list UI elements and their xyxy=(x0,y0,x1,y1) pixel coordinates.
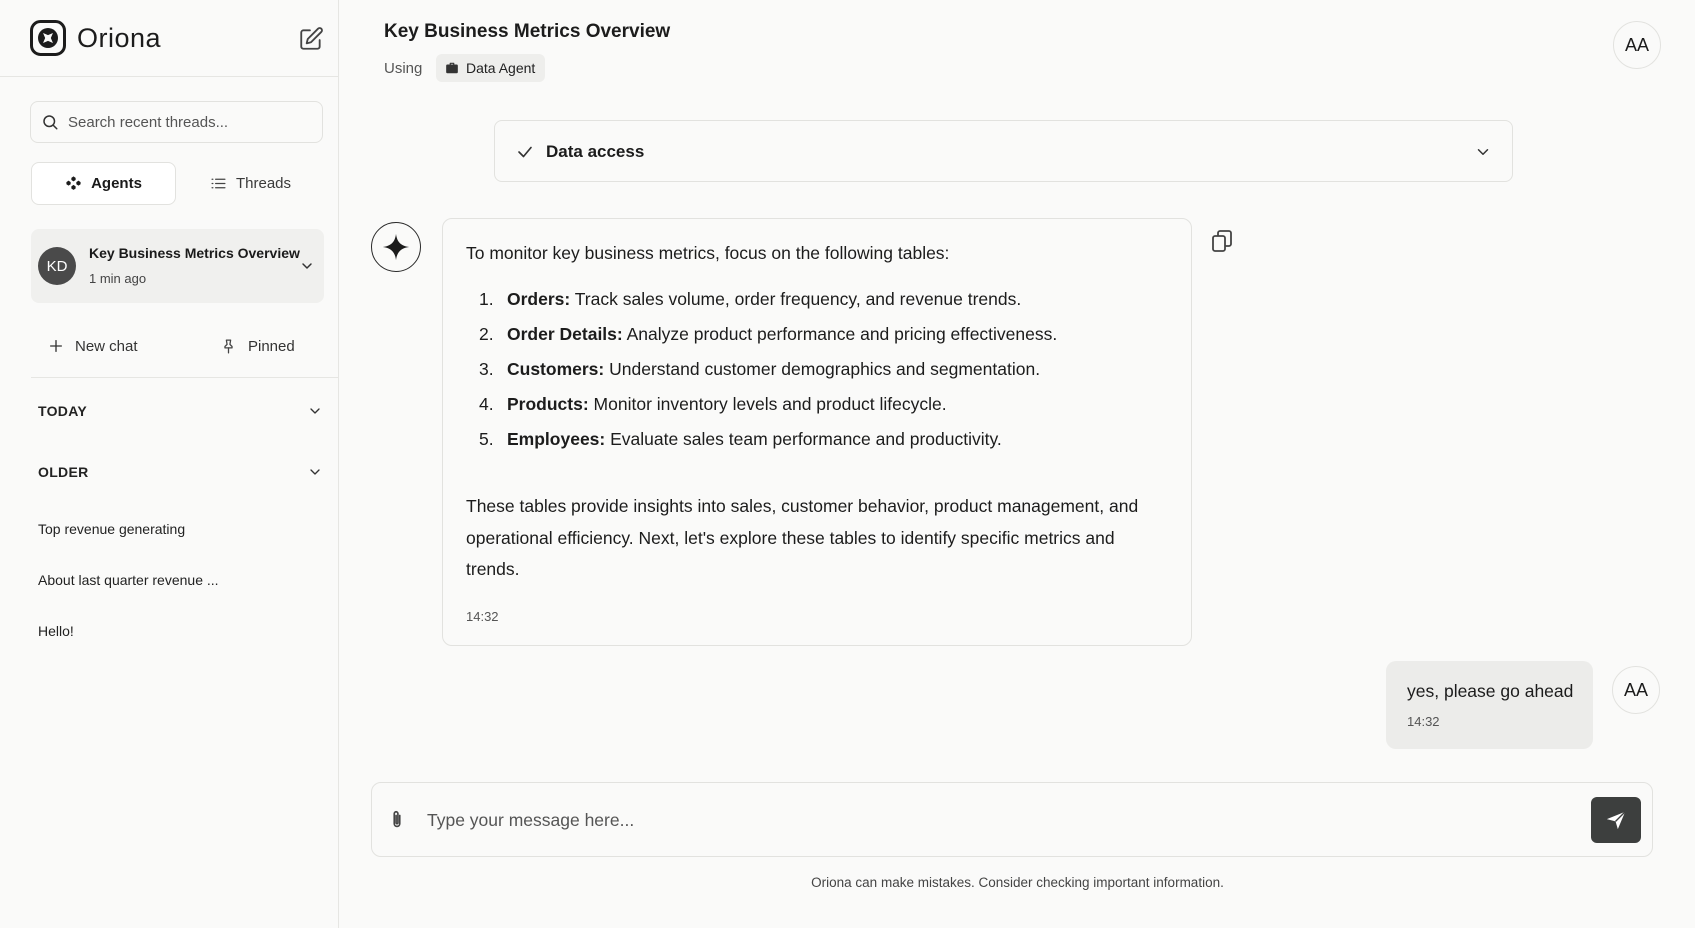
list-item: 2. Order Details: Analyze product perform… xyxy=(466,324,1057,345)
oriona-logo-icon xyxy=(30,20,66,56)
list-item-number: 4. xyxy=(479,394,494,414)
agent-chip-label: Data Agent xyxy=(466,60,536,76)
plus-icon xyxy=(50,340,62,352)
pin-icon xyxy=(224,338,233,354)
list-item-number: 1. xyxy=(479,289,494,309)
list-item-term: Products: xyxy=(507,394,589,414)
data-access-label: Data access xyxy=(546,142,645,161)
message-intro: To monitor key business metrics, focus o… xyxy=(466,243,950,263)
section-older[interactable]: OLDER xyxy=(38,457,323,487)
page-title: Key Business Metrics Overview xyxy=(384,21,671,42)
tab-agents-label: Agents xyxy=(91,175,142,192)
current-thread-card[interactable]: KD Key Business Metrics Overview 1 min a… xyxy=(31,229,324,303)
chat-main: Key Business Metrics Overview Using Data… xyxy=(340,0,1695,928)
search-icon xyxy=(43,115,58,130)
tab-threads[interactable]: Threads xyxy=(178,162,323,205)
new-chat-button[interactable]: New chat xyxy=(48,328,138,364)
chevron-down-icon xyxy=(310,469,320,475)
user-message-avatar: AA xyxy=(1612,666,1660,714)
data-access-panel[interactable]: Data access xyxy=(494,120,1513,182)
using-label: Using xyxy=(384,60,423,77)
tab-threads-label: Threads xyxy=(235,175,292,192)
list-item: 4. Products: Monitor inventory levels and… xyxy=(466,394,947,415)
send-icon xyxy=(1606,811,1626,830)
app-window: Oriona Agents xyxy=(0,0,1695,928)
list-item-text: Analyze product performance and pricing … xyxy=(622,324,1058,344)
history-item[interactable]: Top revenue generating xyxy=(38,521,185,537)
list-item-text: Track sales volume, order frequency, and… xyxy=(570,289,1022,309)
search-box[interactable] xyxy=(30,101,323,143)
brand-header: Oriona xyxy=(0,0,339,77)
assistant-avatar xyxy=(371,222,421,272)
user-message-timestamp: 14:32 xyxy=(1407,714,1440,729)
message-composer xyxy=(371,782,1653,857)
list-item-term: Orders: xyxy=(507,289,571,309)
list-item-text: Understand customer demographics and seg… xyxy=(604,359,1041,379)
section-today[interactable]: TODAY xyxy=(38,396,323,426)
list-item-text: Evaluate sales team performance and prod… xyxy=(605,429,1002,449)
user-message-text: yes, please go ahead xyxy=(1407,681,1574,701)
user-message: yes, please go ahead 14:32 xyxy=(1386,661,1593,749)
agent-chip[interactable]: Data Agent xyxy=(436,54,546,82)
chevron-down-icon xyxy=(1477,149,1489,155)
list-item-term: Customers: xyxy=(507,359,605,379)
thread-title: Key Business Metrics Overview xyxy=(89,245,300,261)
sparkle-icon xyxy=(382,233,410,261)
chevron-down-icon[interactable] xyxy=(299,258,315,274)
list-item-number: 3. xyxy=(479,359,494,379)
tab-agents[interactable]: Agents xyxy=(31,162,176,205)
list-icon xyxy=(211,178,226,189)
list-item-number: 5. xyxy=(479,429,494,449)
list-item: 1. Orders: Track sales volume, order freq… xyxy=(466,289,1021,310)
history-item[interactable]: About last quarter revenue ... xyxy=(38,572,219,588)
briefcase-icon xyxy=(446,62,458,74)
section-older-label: OLDER xyxy=(38,464,89,480)
list-item-text: Monitor inventory levels and product lif… xyxy=(588,394,947,414)
section-today-label: TODAY xyxy=(38,403,87,419)
agents-icon xyxy=(66,176,81,190)
message-timestamp: 14:32 xyxy=(466,609,499,624)
list-item: 5. Employees: Evaluate sales team perform… xyxy=(466,429,1002,450)
list-item-term: Employees: xyxy=(507,429,606,449)
sidebar-divider xyxy=(31,377,339,378)
copy-icon[interactable] xyxy=(1211,229,1233,253)
list-item: 3. Customers: Understand customer demogra… xyxy=(466,359,1040,380)
list-item-number: 2. xyxy=(479,324,494,344)
sidebar: Oriona Agents xyxy=(0,0,339,928)
pinned-label: Pinned xyxy=(248,337,295,355)
new-chat-label: New chat xyxy=(75,337,138,355)
message-summary: These tables provide insights into sales… xyxy=(466,496,1139,579)
send-button[interactable] xyxy=(1591,797,1641,843)
history-item[interactable]: Hello! xyxy=(38,623,74,639)
message-input[interactable] xyxy=(427,807,1527,833)
disclaimer: Oriona can make mistakes. Consider check… xyxy=(811,875,1224,890)
search-input[interactable] xyxy=(68,113,308,131)
new-thread-icon[interactable] xyxy=(298,26,324,52)
chevron-down-icon xyxy=(310,408,320,414)
thread-time: 1 min ago xyxy=(89,271,147,286)
brand-name: Oriona xyxy=(77,23,162,53)
pinned-button[interactable]: Pinned xyxy=(220,328,295,364)
assistant-message: To monitor key business metrics, focus o… xyxy=(442,218,1192,646)
check-icon xyxy=(518,146,532,158)
list-item-term: Order Details: xyxy=(507,324,623,344)
sidebar-actions: New chat Pinned xyxy=(31,328,324,364)
sidebar-tabs: Agents Threads xyxy=(31,162,323,205)
user-avatar[interactable]: AA xyxy=(1613,21,1661,69)
thread-avatar: KD xyxy=(38,247,76,285)
paperclip-icon[interactable] xyxy=(386,808,408,832)
